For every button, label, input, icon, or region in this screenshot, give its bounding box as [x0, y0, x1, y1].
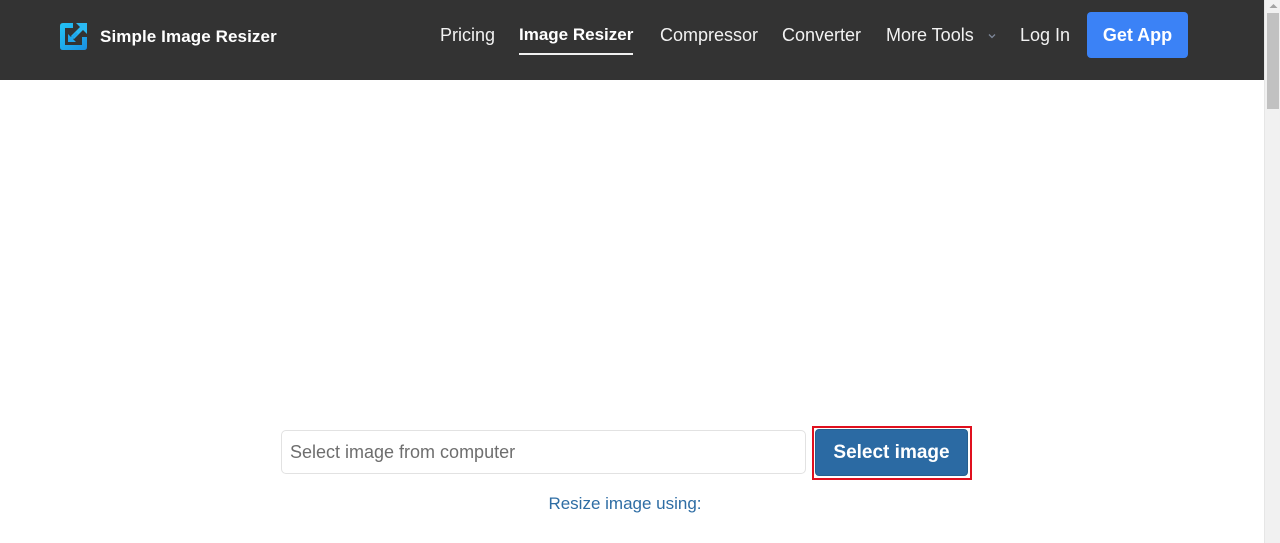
vertical-scrollbar[interactable] — [1264, 0, 1280, 543]
file-path-input[interactable] — [281, 430, 806, 474]
nav-compressor[interactable]: Compressor — [660, 24, 758, 46]
page: Simple Image Resizer Pricing Image Resiz… — [0, 0, 1264, 543]
scrollbar-thumb[interactable] — [1267, 13, 1279, 109]
select-image-button[interactable]: Select image — [815, 429, 968, 476]
brand-logo-link[interactable]: Simple Image Resizer — [57, 20, 277, 53]
nav-pricing[interactable]: Pricing — [440, 24, 495, 46]
get-app-button[interactable]: Get App — [1087, 12, 1188, 58]
scroll-up-arrow-icon[interactable] — [1265, 0, 1280, 12]
chevron-down-icon — [988, 34, 996, 39]
resize-options-heading: Resize image using: — [0, 494, 1250, 514]
nav-log-in[interactable]: Log In — [1020, 24, 1070, 46]
nav-image-resizer[interactable]: Image Resizer — [519, 24, 634, 55]
resize-arrow-logo-icon — [60, 23, 87, 50]
brand-name: Simple Image Resizer — [100, 26, 277, 46]
nav-image-resizer-label: Image Resizer — [519, 25, 634, 44]
nav-converter[interactable]: Converter — [782, 24, 861, 46]
nav-more-tools-label: More Tools — [886, 25, 974, 45]
top-navbar: Simple Image Resizer Pricing Image Resiz… — [0, 0, 1264, 80]
resize-using-label: Resize image using: — [548, 494, 702, 513]
nav-more-tools[interactable]: More Tools — [886, 24, 997, 46]
active-nav-underline — [519, 53, 634, 55]
